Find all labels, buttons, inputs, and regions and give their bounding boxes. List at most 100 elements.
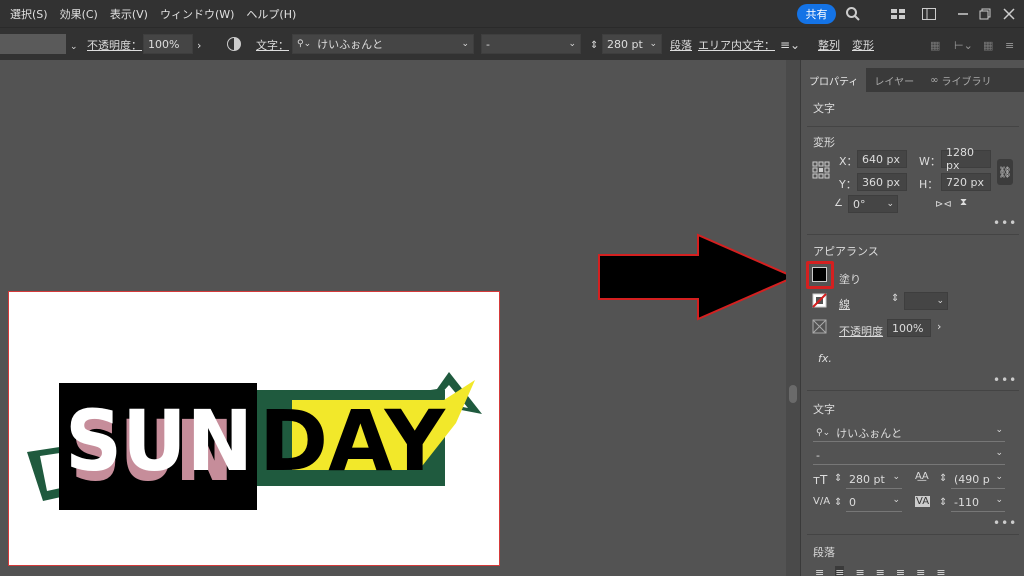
chevron-down-icon: ⌄ xyxy=(649,39,657,49)
reference-point-icon[interactable] xyxy=(812,161,830,179)
font-size-value: 280 pt xyxy=(607,37,643,51)
fill-swatch[interactable] xyxy=(812,267,827,282)
font-size-input[interactable]: 280 pt ⌄ xyxy=(602,34,662,54)
appearance-opacity-label[interactable]: 不透明度 xyxy=(839,323,883,339)
kerning-input[interactable]: 0 ⌄ xyxy=(846,494,902,512)
justify-all-icon[interactable]: ≡ xyxy=(936,566,945,576)
opacity-label[interactable]: 不透明度： xyxy=(87,36,142,54)
grid-icon[interactable]: ▦ xyxy=(930,36,940,54)
appearance-opacity-input[interactable]: 100% xyxy=(887,319,931,337)
stroke-weight-input[interactable]: ⌄ xyxy=(904,292,948,310)
character-size-stepper-icon[interactable]: ⇕ xyxy=(834,473,842,484)
chevron-down-icon: ⌄ xyxy=(995,425,1003,435)
cc-icon: ∞ xyxy=(930,74,939,86)
scrollbar-thumb[interactable] xyxy=(789,385,797,403)
distribute-icon[interactable]: ▦ xyxy=(983,36,993,54)
character-font-size-input[interactable]: 280 pt ⌄ xyxy=(846,471,902,489)
font-size-stepper-icon[interactable]: ⇕ xyxy=(590,36,598,54)
flip-horizontal-icon[interactable]: ⊳⊲ xyxy=(935,199,952,210)
font-style-select[interactable]: - ⌄ xyxy=(481,34,581,54)
chevron-down-icon: ⌄ xyxy=(892,472,900,482)
menu-window[interactable]: ウィンドウ(W) xyxy=(154,6,240,22)
menu-help[interactable]: ヘルプ(H) xyxy=(240,6,302,22)
tab-libraries[interactable]: ∞ ライブラリ xyxy=(922,68,999,92)
word-sun: SUN xyxy=(65,392,253,490)
arrange-icon[interactable]: ⊢⌄ xyxy=(954,36,973,54)
chevron-down-icon: ⌄ xyxy=(995,472,1003,482)
character-font-style-select[interactable]: - ⌄ xyxy=(813,447,1005,465)
character-font-family-select[interactable]: ⚲⌄ けいふぉんと ⌄ xyxy=(813,424,1005,442)
annotation-arrow xyxy=(598,233,797,321)
area-type-label[interactable]: エリア内文字： xyxy=(698,36,775,54)
menu-select[interactable]: 選択(S) xyxy=(4,6,54,22)
paragraph-link[interactable]: 段落 xyxy=(670,36,692,54)
divider xyxy=(807,534,1019,535)
divider xyxy=(807,126,1019,127)
stroke-label[interactable]: 線 xyxy=(839,296,850,312)
panel-menu-icon[interactable]: ≡ xyxy=(1005,36,1014,54)
share-button[interactable]: 共有 xyxy=(797,4,836,24)
chevron-down-icon: ⌄ xyxy=(936,296,944,306)
font-search-icon: ⚲⌄ xyxy=(297,39,312,49)
font-family-value: けいふぉんと xyxy=(317,38,384,51)
control-bar: ⌄ 不透明度： 100% › 文字： ⚲⌄ けいふぉんと ⌄ - ⌄ ⇕ 280… xyxy=(0,27,1024,60)
chevron-down-icon: ⌄ xyxy=(461,39,469,49)
transform-link[interactable]: 変形 xyxy=(852,36,874,54)
vertical-scrollbar[interactable] xyxy=(786,60,800,576)
minimize-icon[interactable] xyxy=(955,6,971,22)
align-lines-icon[interactable]: ≡⌄ xyxy=(780,36,800,54)
tracking-input[interactable]: -110 ⌄ xyxy=(951,494,1005,512)
rotate-value: 0° xyxy=(853,197,866,211)
flip-vertical-icon[interactable]: ⧗ xyxy=(960,197,967,208)
menu-effect[interactable]: 効果(C) xyxy=(54,6,104,22)
tab-libraries-label: ライブラリ xyxy=(941,76,992,88)
font-family-select[interactable]: ⚲⌄ けいふぉんと ⌄ xyxy=(292,34,474,54)
word-day: DAY xyxy=(259,392,446,490)
x-input[interactable]: 640 px xyxy=(857,150,907,168)
panel-layout-icon[interactable] xyxy=(921,6,937,22)
align-link[interactable]: 整列 xyxy=(818,36,840,54)
align-right-icon[interactable]: ≡ xyxy=(855,566,864,576)
justify-right-icon[interactable]: ≡ xyxy=(916,566,925,576)
fx-button[interactable]: fx. xyxy=(818,352,832,365)
leading-stepper-icon[interactable]: ⇕ xyxy=(939,473,947,484)
leading-input[interactable]: (490 p ⌄ xyxy=(951,471,1005,489)
rotate-input[interactable]: 0° ⌄ xyxy=(848,195,898,213)
w-input[interactable]: 1280 px xyxy=(941,146,991,172)
justify-center-icon[interactable]: ≡ xyxy=(896,566,905,576)
tracking-stepper-icon[interactable]: ⇕ xyxy=(939,497,947,508)
paragraph-align-row: ≡ ≡ ≡ ≡ ≡ ≡ ≡ xyxy=(815,566,1015,576)
stroke-swatch[interactable] xyxy=(812,293,827,308)
more-options-icon[interactable]: ••• xyxy=(993,216,1017,230)
opacity-input[interactable]: 100% xyxy=(143,34,193,54)
kerning-stepper-icon[interactable]: ⇕ xyxy=(834,497,842,508)
justify-left-icon[interactable]: ≡ xyxy=(876,566,885,576)
sunday-artwork[interactable]: SUN SUN DAY xyxy=(9,292,499,565)
font-size-icon: ᴛT xyxy=(813,473,828,487)
h-label: H： xyxy=(919,178,939,191)
restore-icon[interactable] xyxy=(977,6,993,22)
h-input[interactable]: 720 px xyxy=(941,173,991,191)
search-icon[interactable] xyxy=(845,6,861,22)
stroke-weight-stepper-icon[interactable]: ⇕ xyxy=(891,293,899,304)
y-input[interactable]: 360 px xyxy=(857,173,907,191)
chevron-down-icon: ⌄ xyxy=(995,448,1003,458)
close-icon[interactable] xyxy=(1001,6,1017,22)
artboard[interactable]: SUN SUN DAY xyxy=(8,291,500,566)
style-swatch[interactable] xyxy=(0,34,66,54)
menu-view[interactable]: 表示(V) xyxy=(104,6,154,22)
constrain-proportions-icon[interactable]: ⛓ xyxy=(997,159,1013,185)
character-title: 文字 xyxy=(813,403,835,416)
tab-properties[interactable]: プロパティ xyxy=(801,68,867,92)
opacity-arrow-icon[interactable]: › xyxy=(197,36,201,54)
appearance-opacity-arrow-icon[interactable]: › xyxy=(937,320,941,333)
recolor-icon[interactable] xyxy=(226,36,242,52)
chevron-down-icon: ⌄ xyxy=(995,495,1003,505)
align-left-icon[interactable]: ≡ xyxy=(815,566,824,576)
more-options-icon[interactable]: ••• xyxy=(993,516,1017,530)
align-center-icon[interactable]: ≡ xyxy=(835,566,845,576)
tab-layers[interactable]: レイヤー xyxy=(866,68,922,92)
more-options-icon[interactable]: ••• xyxy=(993,373,1017,387)
workspace-layout-icon[interactable] xyxy=(890,6,906,22)
style-dropdown-chevron[interactable]: ⌄ xyxy=(70,38,78,56)
